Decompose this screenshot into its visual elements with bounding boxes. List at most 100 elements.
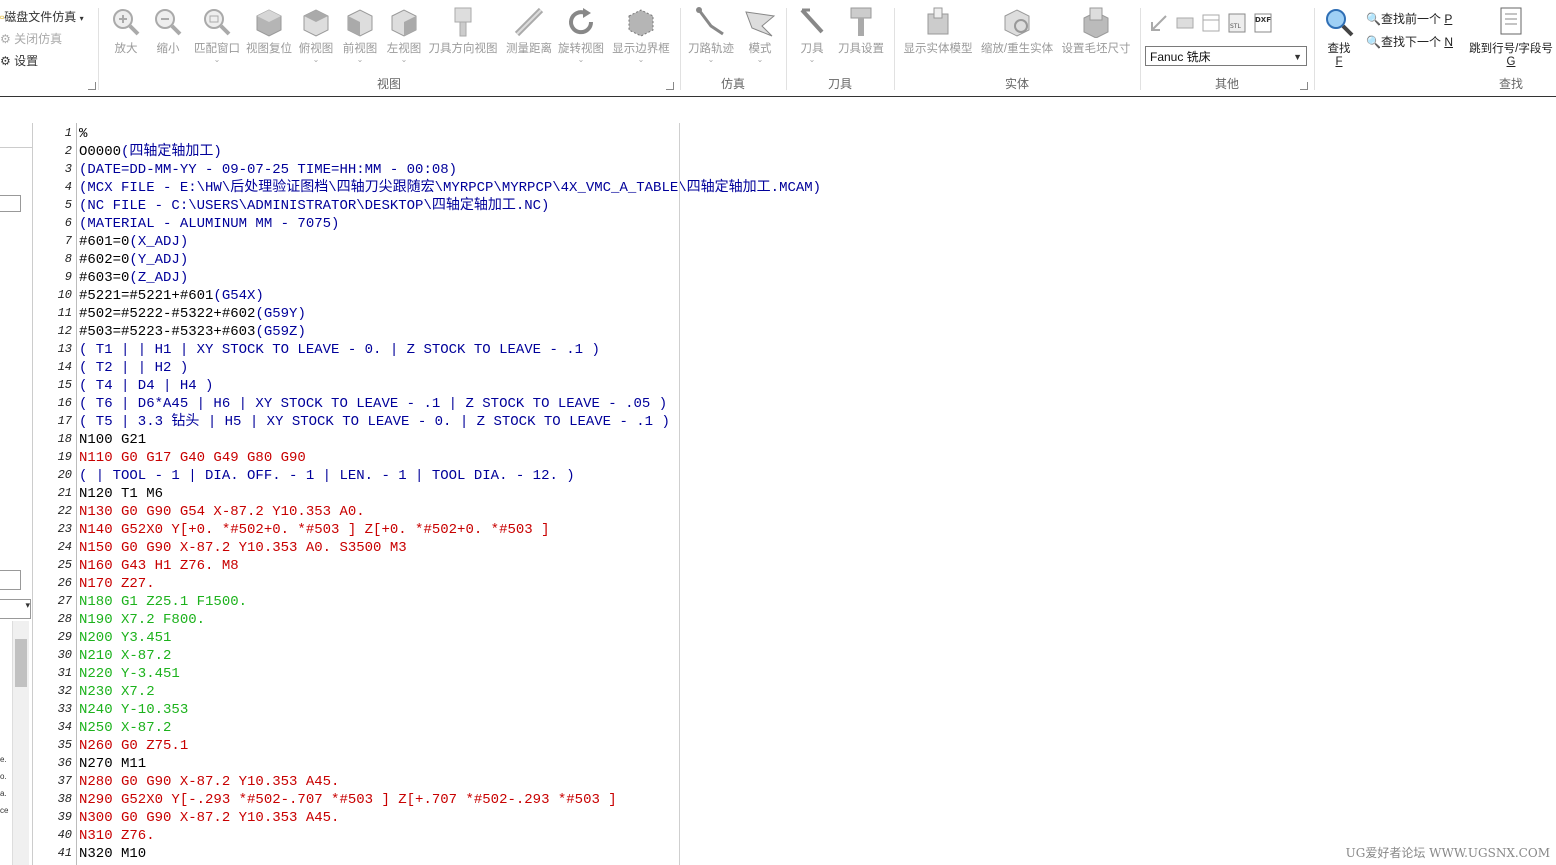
code-line[interactable]: ( T1 | | H1 | XY STOCK TO LEAVE - 0. | Z… [79, 341, 600, 359]
toolbar-icon[interactable] [1174, 12, 1196, 34]
mode-button[interactable]: 模式 ⌄ [740, 6, 780, 64]
code-line[interactable]: N140 G52X0 Y[+0. *#502+0. *#503 ] Z[+0. … [79, 521, 549, 539]
code-token: N290 G52X0 Y[-.293 *#502-.707 *#503 ] Z[… [79, 792, 617, 808]
left-view-button[interactable]: 左视图 ⌄ [384, 6, 424, 64]
expand-icon[interactable] [1148, 12, 1170, 34]
measure-distance-button[interactable]: 测量距离 [504, 6, 554, 56]
code-token: #603=0 [79, 270, 130, 286]
find-next-button[interactable]: 🔍查找下一个 N [1366, 33, 1453, 50]
code-token: N130 G0 G90 G54 X-87.2 Y10.353 A0. [79, 504, 365, 520]
code-token: N220 Y-3.451 [79, 666, 180, 682]
set-stock-size-button[interactable]: 设置毛坯尺寸 [1058, 6, 1134, 56]
code-line[interactable]: N170 Z27. [79, 575, 155, 593]
tool-direction-view-button[interactable]: 刀具方向视图 [426, 6, 500, 56]
front-view-button[interactable]: 前视图 ⌄ [340, 6, 380, 64]
code-line[interactable]: #502=#5222-#5322+#602(G59Y) [79, 305, 306, 323]
find-prev-icon: 🔍 [1366, 12, 1381, 26]
front-view-icon [344, 6, 376, 38]
zoom-out-button[interactable]: 缩小 [150, 6, 186, 56]
code-token: (G54X) [213, 288, 264, 304]
line-number: 3 [64, 162, 72, 176]
show-solid-model-button[interactable]: 显示实体模型 [900, 6, 976, 56]
code-line[interactable]: N280 G0 G90 X-87.2 Y10.353 A45. [79, 773, 339, 791]
find-button[interactable]: 查找 F [1322, 6, 1356, 68]
line-number: 35 [57, 738, 72, 752]
code-line[interactable]: N210 X-87.2 [79, 647, 171, 665]
code-line[interactable]: (DATE=DD-MM-YY - 09-07-25 TIME=HH:MM - 0… [79, 161, 457, 179]
code-line[interactable]: O0000(四轴定轴加工) [79, 143, 222, 161]
zoom-regen-solid-button[interactable]: 缩放/重生实体 [978, 6, 1056, 56]
code-line[interactable]: N270 M11 [79, 755, 146, 773]
code-line[interactable]: N310 Z76. [79, 827, 155, 845]
code-line[interactable]: N120 T1 M6 [79, 485, 163, 503]
code-line[interactable]: #601=0(X_ADJ) [79, 233, 188, 251]
settings-menu[interactable]: ⚙ 设置 [0, 50, 84, 72]
code-line[interactable]: N290 G52X0 Y[-.293 *#502-.707 *#503 ] Z[… [79, 791, 617, 809]
reset-view-button[interactable]: 视图复位 [244, 6, 294, 56]
code-line[interactable]: ( | TOOL - 1 | DIA. OFF. - 1 | LEN. - 1 … [79, 467, 575, 485]
code-line[interactable]: N300 G0 G90 X-87.2 Y10.353 A45. [79, 809, 339, 827]
code-line[interactable]: N130 G0 G90 G54 X-87.2 Y10.353 A0. [79, 503, 365, 521]
dialog-launcher[interactable] [88, 82, 96, 90]
line-number: 31 [57, 666, 72, 680]
code-line[interactable]: ( T4 | D4 | H4 ) [79, 377, 213, 395]
code-line[interactable]: N220 Y-3.451 [79, 665, 180, 683]
code-line[interactable]: N240 Y-10.353 [79, 701, 188, 719]
goto-line-button[interactable]: 跳到行号/字段号 G [1466, 6, 1556, 68]
code-line[interactable]: N260 G0 Z75.1 [79, 737, 188, 755]
scrollbar-thumb[interactable] [15, 639, 27, 687]
code-line[interactable]: N180 G1 Z25.1 F1500. [79, 593, 247, 611]
window-icon[interactable] [1200, 12, 1222, 34]
code-line[interactable]: ( T2 | | H2 ) [79, 359, 188, 377]
panel-field-2[interactable] [0, 570, 21, 590]
code-line[interactable]: (NC FILE - C:\USERS\ADMINISTRATOR\DESKTO… [79, 197, 549, 215]
tool-settings-button[interactable]: 刀具设置 [834, 6, 888, 56]
code-token: (MATERIAL - ALUMINUM MM - 7075) [79, 216, 340, 232]
tool-button[interactable]: 刀具 ⌄ [794, 6, 830, 64]
top-view-button[interactable]: 俯视图 ⌄ [296, 6, 336, 64]
toolpath-button[interactable]: 刀路轨迹 ⌄ [686, 6, 736, 64]
show-bounding-box-button[interactable]: 显示边界框 ⌄ [610, 6, 672, 64]
code-line[interactable]: N100 G21 [79, 431, 146, 449]
close-sim-menu[interactable]: ⚙ 关闭仿真 [0, 28, 84, 50]
code-line[interactable]: ( T5 | 3.3 钻头 | H5 | XY STOCK TO LEAVE -… [79, 413, 670, 431]
code-token: N210 X-87.2 [79, 648, 172, 664]
zoom-in-button[interactable]: 放大 [108, 6, 144, 56]
code-line[interactable]: ( T6 | D6*A45 | H6 | XY STOCK TO LEAVE -… [79, 395, 667, 413]
line-number: 32 [57, 684, 72, 698]
gear-icon: ⚙ [0, 54, 11, 68]
other-group-launcher[interactable] [1300, 82, 1308, 90]
stl-export-icon[interactable]: STL [1226, 12, 1248, 34]
code-line[interactable]: N320 M10 [79, 845, 146, 863]
line-number: 2 [64, 144, 72, 158]
code-line[interactable]: (MATERIAL - ALUMINUM MM - 7075) [79, 215, 339, 233]
code-token: N150 G0 G90 X-87.2 Y10.353 A0. S3500 M3 [79, 540, 407, 556]
rotate-view-button[interactable]: 旋转视图 ⌄ [556, 6, 606, 64]
code-line[interactable]: #503=#5223-#5323+#603(G59Z) [79, 323, 306, 341]
view-group-launcher[interactable] [666, 82, 674, 90]
code-line[interactable]: % [79, 125, 87, 143]
code-line[interactable]: N160 G43 H1 Z76. M8 [79, 557, 239, 575]
find-prev-button[interactable]: 🔍查找前一个 P [1366, 10, 1452, 27]
nc-code-editor[interactable]: % O0000(四轴定轴加工) (DATE=DD-MM-YY - 09-07-25 … [79, 123, 1549, 865]
fit-window-button[interactable]: 匹配窗口 ⌄ [192, 6, 242, 64]
panel-scrollbar[interactable] [12, 621, 29, 865]
code-line[interactable]: #602=0(Y_ADJ) [79, 251, 188, 269]
code-line[interactable]: #603=0(Z_ADJ) [79, 269, 188, 287]
code-line[interactable]: (MCX FILE - E:\HW\后处理验证图档\四轴刀尖跟随宏\MYRPCP… [79, 179, 821, 197]
code-line[interactable]: N230 X7.2 [79, 683, 155, 701]
code-line[interactable]: #5221=#5221+#601(G54X) [79, 287, 264, 305]
line-number: 39 [57, 810, 72, 824]
panel-dropdown[interactable]: ▾ [0, 599, 31, 619]
dxf-export-icon[interactable]: DXF [1252, 12, 1274, 34]
disk-sim-menu[interactable]: ▫磁盘文件仿真 ▾ [0, 6, 84, 28]
panel-field-1[interactable] [0, 195, 21, 212]
code-line[interactable]: N110 G0 G17 G40 G49 G80 G90 [79, 449, 306, 467]
code-line[interactable]: N200 Y3.451 [79, 629, 171, 647]
machine-select[interactable]: Fanuc 铣床 ▼ [1145, 46, 1307, 66]
code-line[interactable]: N190 X7.2 F800. [79, 611, 205, 629]
code-line[interactable]: N150 G0 G90 X-87.2 Y10.353 A0. S3500 M3 [79, 539, 407, 557]
line-number: 5 [64, 198, 72, 212]
line-number: 14 [57, 360, 72, 374]
code-line[interactable]: N250 X-87.2 [79, 719, 171, 737]
